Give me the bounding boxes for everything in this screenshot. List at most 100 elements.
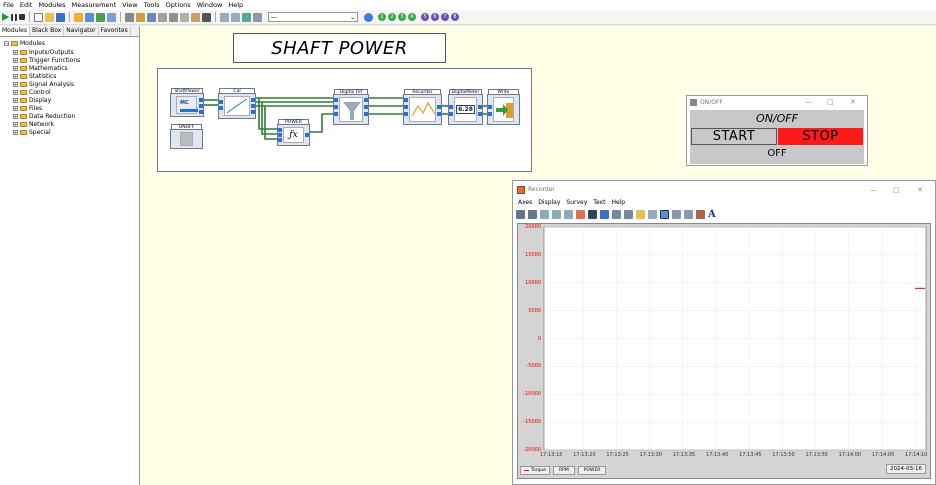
tree-item-signal-analysis[interactable]: + Signal Analysis	[13, 81, 74, 88]
window-icon[interactable]	[107, 12, 116, 22]
recorder-menu-text[interactable]: Text	[590, 199, 608, 206]
tree-item-control[interactable]: + Control	[13, 89, 51, 96]
channel-4-button[interactable]: 4	[408, 13, 416, 21]
menu-view[interactable]: View	[119, 1, 140, 9]
channel-1-button[interactable]: 1	[378, 13, 386, 21]
collapse-icon[interactable]: −	[4, 41, 9, 46]
align-icon[interactable]	[242, 12, 251, 22]
bars-icon[interactable]	[684, 209, 693, 219]
export-icon[interactable]	[158, 12, 167, 22]
menu-window[interactable]: Window	[194, 1, 226, 9]
output-pin[interactable]	[251, 104, 255, 108]
output-pin[interactable]	[364, 105, 368, 109]
output-pin[interactable]	[437, 105, 441, 109]
tree-item-data-reduction[interactable]: + Data Reduction	[13, 113, 75, 120]
capture-icon[interactable]	[648, 209, 657, 219]
copy-icon[interactable]	[636, 209, 645, 219]
save-icon[interactable]	[588, 209, 597, 219]
minimize-icon[interactable]: —	[870, 186, 877, 194]
input-pin[interactable]	[404, 112, 408, 116]
save-icon[interactable]	[56, 12, 65, 22]
measurement-combo[interactable]: — ⌄	[268, 12, 358, 22]
input-pin[interactable]	[219, 106, 223, 110]
input-pin[interactable]	[219, 100, 223, 104]
expand-icon[interactable]: +	[13, 57, 18, 63]
text-tool-icon[interactable]: A	[708, 209, 716, 220]
chart-mode-icon[interactable]	[660, 209, 669, 219]
new-file-icon[interactable]	[34, 12, 43, 22]
recorder-plot[interactable]: 20000 15000 10000 5000 0 -5000 -10000 -15000 -20…	[517, 223, 931, 479]
zoom-icon[interactable]	[220, 12, 229, 22]
expand-icon[interactable]: +	[13, 121, 18, 127]
globe-icon[interactable]	[364, 12, 373, 22]
output-pin[interactable]	[437, 112, 441, 116]
channel-3-button[interactable]: 3	[398, 13, 406, 21]
hand-icon[interactable]	[74, 12, 83, 22]
maximize-icon[interactable]: □	[827, 98, 834, 106]
menu-tools[interactable]: Tools	[141, 1, 163, 9]
start-button[interactable]: START	[691, 128, 777, 145]
output-pin[interactable]	[199, 104, 203, 108]
layout-icon[interactable]	[253, 12, 262, 22]
output-pin[interactable]	[364, 112, 368, 116]
input-pin[interactable]	[334, 98, 338, 102]
input-pin[interactable]	[334, 105, 338, 109]
output-pin[interactable]	[199, 98, 203, 102]
menu-measurement[interactable]: Measurement	[69, 1, 120, 9]
zoom-out-icon[interactable]	[564, 209, 573, 219]
crosshair-icon[interactable]	[576, 209, 585, 219]
close-icon[interactable]: ✕	[917, 186, 923, 194]
output-pin[interactable]	[199, 110, 203, 114]
close-icon[interactable]: ✕	[850, 98, 856, 106]
input-pin[interactable]	[449, 105, 453, 109]
input-pin[interactable]	[334, 112, 338, 116]
menu-help[interactable]: Help	[225, 1, 246, 9]
channel-7-button[interactable]: 7	[441, 13, 449, 21]
tree-item-network[interactable]: + Network	[13, 121, 54, 128]
tab-favorites[interactable]: Favorites	[99, 26, 131, 36]
menu-modules[interactable]: Modules	[35, 1, 68, 9]
axis-icon[interactable]	[612, 209, 621, 219]
expand-icon[interactable]: +	[13, 129, 18, 135]
output-pin[interactable]	[251, 110, 255, 114]
connect-icon[interactable]	[147, 12, 156, 22]
onoff-titlebar[interactable]: ON/OFF	[687, 96, 867, 109]
expand-icon[interactable]: +	[13, 105, 18, 111]
grid-icon[interactable]	[125, 12, 134, 22]
menu-file[interactable]: File	[0, 1, 17, 9]
expand-icon[interactable]: +	[13, 49, 18, 55]
module-digitalmeter[interactable]: DigitalMeter 6.28	[448, 89, 483, 125]
tree-item-display[interactable]: + Display	[13, 97, 51, 104]
tree-item-inputs-outputs[interactable]: + Inputs/Outputs	[13, 49, 74, 56]
input-pin[interactable]	[278, 133, 282, 137]
paste-icon[interactable]	[191, 12, 200, 22]
channel-2-button[interactable]: 2	[388, 13, 396, 21]
play-icon[interactable]	[2, 13, 9, 21]
tab-navigator[interactable]: Navigator	[64, 26, 99, 36]
expand-icon[interactable]: +	[13, 81, 18, 87]
expand-icon[interactable]: +	[13, 65, 18, 71]
tree-item-files[interactable]: + Files	[13, 105, 42, 112]
expand-icon[interactable]: +	[13, 73, 18, 79]
module-cal[interactable]: Cal	[218, 88, 256, 119]
tree-item-statistics[interactable]: + Statistics	[13, 73, 56, 80]
worksheet-title[interactable]: SHAFT POWER	[233, 33, 446, 63]
copy-icon[interactable]	[180, 12, 189, 22]
minimize-icon[interactable]: —	[805, 98, 812, 106]
maximize-icon[interactable]: □	[893, 186, 900, 194]
channel-5-button[interactable]: 5	[421, 13, 429, 21]
module-power[interactable]: POWER ƒx	[277, 119, 310, 146]
plot-svg[interactable]	[518, 224, 930, 478]
axis-2-icon[interactable]	[624, 209, 633, 219]
tree-root[interactable]: − Modules	[4, 40, 45, 47]
input-pin[interactable]	[449, 112, 453, 116]
tab-black-box[interactable]: Black Box	[30, 26, 65, 36]
legend-torque[interactable]: Torque	[520, 466, 550, 475]
channel-6-button[interactable]: 6	[431, 13, 439, 21]
input-pin[interactable]	[278, 138, 282, 142]
label-icon[interactable]	[85, 12, 94, 22]
output-pin[interactable]	[478, 105, 482, 109]
menu-options[interactable]: Options	[163, 1, 194, 9]
output-pin[interactable]	[251, 98, 255, 102]
stop-button[interactable]: STOP	[778, 128, 863, 145]
